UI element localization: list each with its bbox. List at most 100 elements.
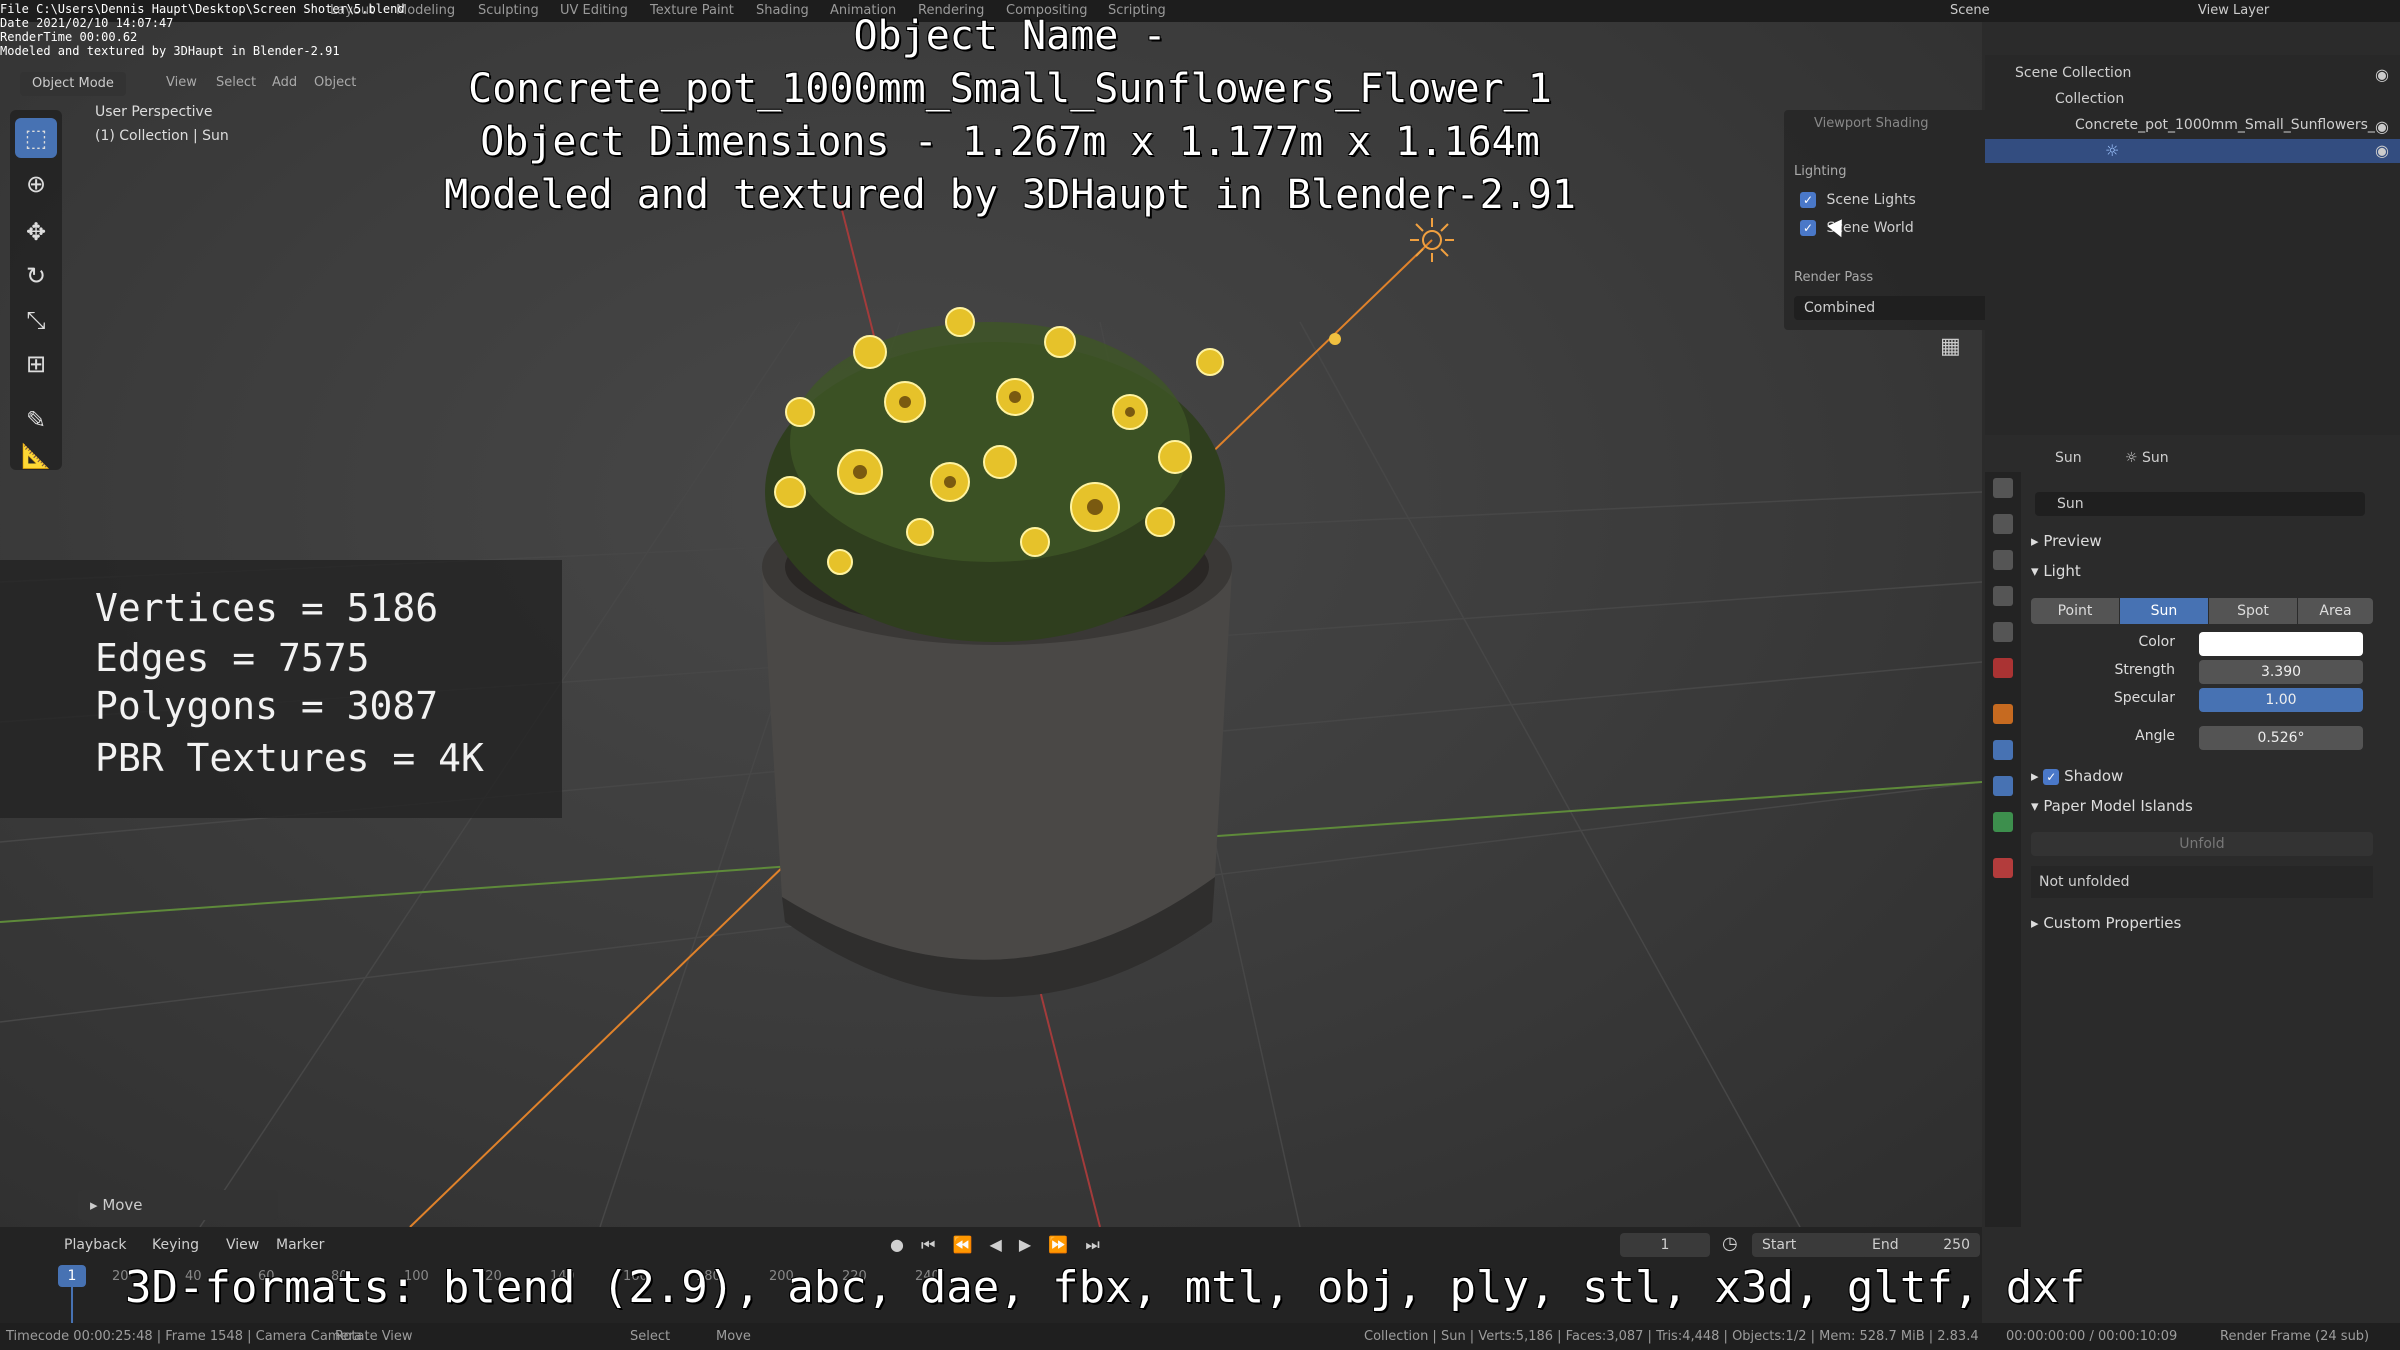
move-icon[interactable]: ✥ bbox=[15, 212, 57, 252]
marker-menu[interactable]: Marker bbox=[276, 1237, 324, 1253]
scale-icon[interactable]: ⤡ bbox=[15, 300, 57, 340]
render-time: RenderTime 00:00.62 bbox=[0, 30, 138, 44]
cursor-icon[interactable]: ⊕ bbox=[15, 164, 57, 204]
stats-box: Vertices = 5186 Edges = 7575 Polygons = … bbox=[0, 560, 562, 818]
file-info-overlay: File C:\Users\Dennis Haupt\Desktop\Scree… bbox=[0, 2, 405, 58]
status-scene-stats: Collection | Sun | Verts:5,186 | Faces:3… bbox=[1364, 1329, 1979, 1344]
view-layer-selector[interactable]: View Layer bbox=[2198, 3, 2269, 18]
object-tab-icon[interactable] bbox=[1993, 704, 2013, 724]
properties-panel: Sun ☼ Sun Sun ▸ Preview ▾ Light Point Su… bbox=[1985, 442, 2400, 1227]
menu-object[interactable]: Object bbox=[314, 75, 356, 90]
rotate-icon[interactable]: ↻ bbox=[15, 256, 57, 296]
object-dimensions: Object Dimensions - 1.267m x 1.177m x 1.… bbox=[480, 119, 1540, 165]
outliner-object[interactable]: Concrete_pot_1000mm_Small_Sunflowers_f bbox=[2075, 117, 2375, 133]
shadow-panel-header[interactable]: ▸ ✓ Shadow bbox=[2031, 767, 2123, 785]
angle-field[interactable]: 0.526° bbox=[2199, 726, 2363, 750]
scene-lights-checkbox[interactable]: ✓ Scene Lights bbox=[1800, 192, 1916, 208]
unfold-status: Not unfolded bbox=[2031, 866, 2373, 898]
last-operator-panel[interactable]: ▸ Move bbox=[78, 1190, 278, 1220]
texture-info: PBR Textures = 4K bbox=[95, 736, 484, 780]
menu-view[interactable]: View bbox=[166, 75, 197, 90]
tool-tab-icon[interactable] bbox=[1993, 478, 2013, 498]
output-tab-icon[interactable] bbox=[1993, 550, 2013, 570]
edges-count: Edges = 7575 bbox=[95, 636, 370, 680]
light-type-point[interactable]: Point bbox=[2031, 598, 2119, 624]
status-left: Timecode 00:00:25:48 | Frame 1548 | Came… bbox=[6, 1329, 362, 1344]
custom-properties-header[interactable]: ▸ Custom Properties bbox=[2031, 914, 2181, 932]
outliner-collection[interactable]: Collection bbox=[2055, 91, 2124, 107]
keying-menu[interactable]: Keying bbox=[152, 1237, 199, 1253]
light-datablock-field[interactable]: Sun bbox=[2035, 492, 2365, 516]
formats-overlay: 3D-formats: blend (2.9), abc, dae, fbx, … bbox=[125, 1262, 2086, 1313]
polygons-count: Polygons = 3087 bbox=[95, 684, 439, 728]
popover-title: Viewport Shading bbox=[1814, 116, 1929, 131]
light-panel-header[interactable]: ▾ Light bbox=[2031, 562, 2081, 580]
mode-selector[interactable]: Object Mode bbox=[20, 72, 126, 96]
angle-label: Angle bbox=[2135, 728, 2175, 744]
last-operator-label: Move bbox=[102, 1196, 143, 1214]
properties-tabs bbox=[1985, 472, 2021, 1227]
specular-slider[interactable]: 1.00 bbox=[2199, 688, 2363, 712]
file-author: Modeled and textured by 3DHaupt in Blend… bbox=[0, 44, 340, 58]
render-tab-icon[interactable] bbox=[1993, 514, 2013, 534]
light-type-sun[interactable]: Sun bbox=[2120, 598, 2208, 624]
strength-field[interactable]: 3.390 bbox=[2199, 660, 2363, 684]
menu-select[interactable]: Select bbox=[216, 75, 256, 90]
status-render-frame: Render Frame (24 sub) bbox=[2220, 1329, 2370, 1344]
strength-label: Strength bbox=[2114, 662, 2175, 678]
object-name: Object Name - Concrete_pot_1000mm_Small_… bbox=[468, 13, 1552, 112]
file-date: Date 2021/02/10 14:07:47 bbox=[0, 16, 174, 30]
status-move-hint: Move bbox=[716, 1329, 751, 1344]
current-frame-field[interactable]: 1 bbox=[1620, 1233, 1710, 1257]
sun-handle[interactable] bbox=[1329, 333, 1341, 345]
playback-controls[interactable]: ● ⏮ ⏪ ◀ ▶ ⏩ ⏭ bbox=[890, 1235, 1106, 1255]
select-box-icon[interactable]: ⬚ bbox=[15, 118, 57, 158]
light-type-area[interactable]: Area bbox=[2298, 598, 2373, 624]
breadcrumb-data: ☼ Sun bbox=[2125, 450, 2169, 466]
measure-icon[interactable]: 📐 bbox=[15, 436, 57, 476]
vertices-count: Vertices = 5186 bbox=[95, 586, 439, 630]
sunflower-bunch[interactable] bbox=[765, 307, 1225, 642]
playback-menu[interactable]: Playback bbox=[64, 1237, 126, 1253]
outliner-scene-collection[interactable]: Scene Collection bbox=[2015, 65, 2131, 81]
transform-icon[interactable]: ⊞ bbox=[15, 344, 57, 384]
status-timecode: 00:00:00:00 / 00:00:10:09 bbox=[2006, 1329, 2178, 1344]
color-label: Color bbox=[2138, 634, 2175, 650]
light-data-tab-icon[interactable] bbox=[1993, 812, 2013, 832]
view-layer-tab-icon[interactable] bbox=[1993, 586, 2013, 606]
viewport-perspective-label: User Perspective bbox=[95, 104, 213, 120]
constraint-tab-icon[interactable] bbox=[1993, 776, 2013, 796]
check-icon[interactable]: ✓ bbox=[2043, 768, 2060, 785]
check-icon: ✓ bbox=[1800, 192, 1816, 208]
eye-icon[interactable]: ◉ bbox=[2375, 117, 2389, 136]
title-overlay: Object Name - Concrete_pot_1000mm_Small_… bbox=[360, 10, 1660, 222]
eye-icon[interactable]: ◉ bbox=[2375, 65, 2389, 84]
menu-add[interactable]: Add bbox=[272, 75, 297, 90]
texture-tab-icon[interactable] bbox=[1993, 858, 2013, 878]
scene-world-checkbox[interactable]: ✓ Scene World bbox=[1800, 220, 1914, 236]
color-swatch[interactable] bbox=[2199, 632, 2363, 656]
scene-selector[interactable]: Scene bbox=[1950, 3, 1990, 18]
status-select-hint: Select bbox=[630, 1329, 671, 1344]
annotate-icon[interactable]: ✎ bbox=[15, 400, 57, 440]
unfold-button[interactable]: Unfold bbox=[2031, 832, 2373, 856]
author-credit: Modeled and textured by 3DHaupt in Blend… bbox=[444, 172, 1576, 218]
status-bar: Timecode 00:00:25:48 | Frame 1548 | Came… bbox=[0, 1323, 2400, 1350]
status-rotate-hint: Rotate View bbox=[335, 1329, 413, 1344]
grid-view-icon[interactable]: ▦ bbox=[1940, 334, 1961, 359]
outliner-sun-row[interactable]: ☼ ◉ bbox=[1985, 139, 2400, 163]
paper-islands-header[interactable]: ▾ Paper Model Islands bbox=[2031, 797, 2193, 815]
preview-panel-header[interactable]: ▸ Preview bbox=[2031, 532, 2102, 550]
end-frame-field[interactable]: End 250 bbox=[1862, 1233, 1980, 1257]
toolbar: ⬚ ⊕ ✥ ↻ ⤡ ⊞ ✎ 📐 bbox=[10, 110, 62, 470]
lighting-label: Lighting bbox=[1794, 164, 1847, 179]
viewport-collection-label: (1) Collection | Sun bbox=[95, 128, 229, 144]
file-path: File C:\Users\Dennis Haupt\Desktop\Scree… bbox=[0, 2, 405, 16]
check-icon: ✓ bbox=[1800, 220, 1816, 236]
view-menu[interactable]: View bbox=[226, 1237, 259, 1253]
clock-icon[interactable]: ◷ bbox=[1722, 1233, 1738, 1254]
render-pass-label: Render Pass bbox=[1794, 270, 1874, 285]
light-type-spot[interactable]: Spot bbox=[2209, 598, 2297, 624]
outliner-panel: Scene Collection Collection Concrete_pot… bbox=[1985, 55, 2400, 435]
eye-icon[interactable]: ◉ bbox=[2375, 141, 2389, 160]
